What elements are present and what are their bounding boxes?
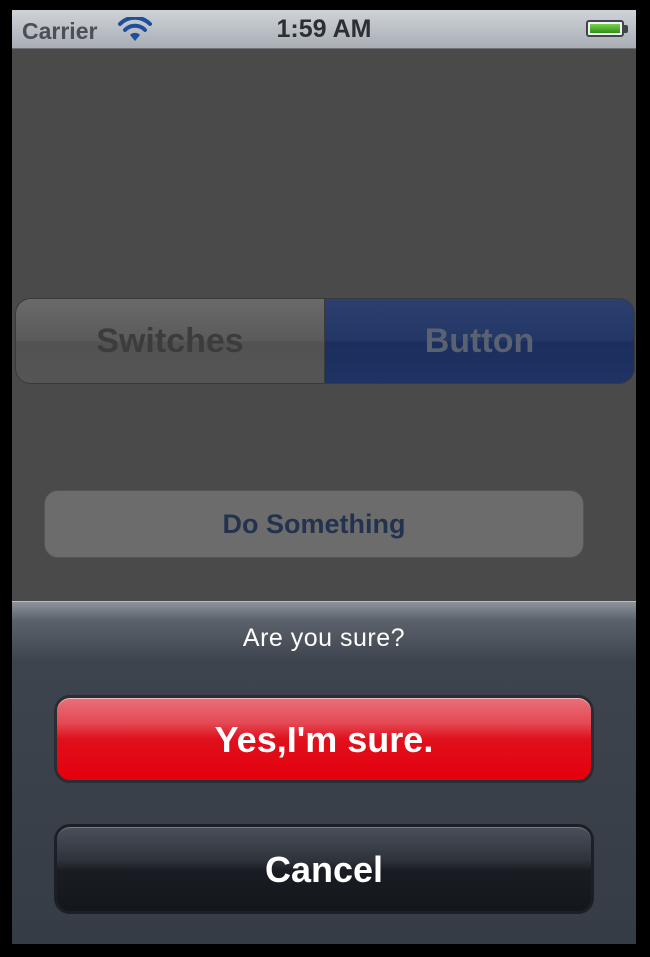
action-sheet-title: Are you sure?: [242, 624, 406, 652]
phone-screen: Carrier 1:59 AM Switches Button Do Somet…: [12, 10, 636, 944]
status-time: 1:59 AM: [276, 15, 372, 43]
battery-level: [590, 24, 620, 33]
segmented-control: Switches Button: [15, 298, 635, 384]
battery-tip: [624, 25, 628, 33]
segment-switches[interactable]: Switches: [16, 299, 325, 383]
segment-button[interactable]: Button: [325, 299, 634, 383]
battery-icon: [586, 20, 624, 37]
cancel-button[interactable]: Cancel: [54, 824, 594, 914]
status-bar: Carrier 1:59 AM: [12, 10, 636, 49]
do-something-button[interactable]: Do Something: [44, 490, 584, 558]
confirm-button[interactable]: Yes,I'm sure.: [54, 695, 594, 783]
action-sheet: Are you sure? Yes,I'm sure. Cancel: [12, 601, 636, 944]
